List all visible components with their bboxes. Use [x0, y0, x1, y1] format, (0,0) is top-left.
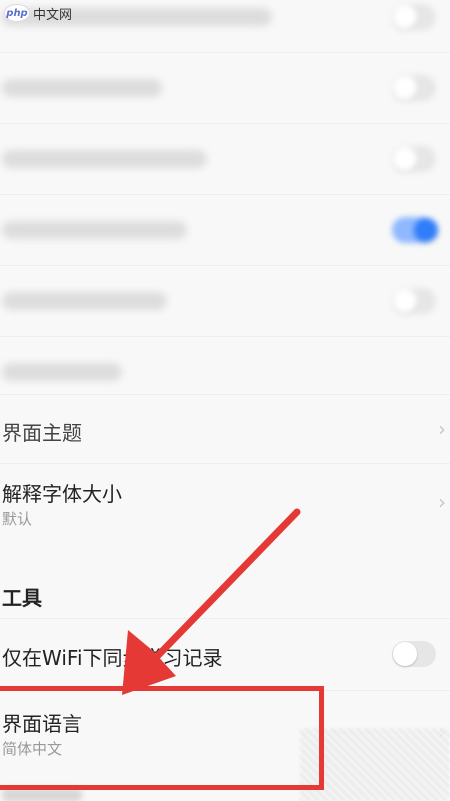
blurred-label: [2, 150, 207, 168]
watermark: php 中文网: [4, 2, 72, 24]
blurred-label: [2, 292, 167, 310]
toggle-switch[interactable]: [392, 288, 436, 314]
annotation-highlight-box: [0, 686, 324, 790]
wifi-sync-setting-row[interactable]: 仅在WiFi下同步学习记录: [0, 620, 450, 688]
theme-setting-row[interactable]: 界面主题 ›: [0, 395, 450, 463]
chevron-right-icon: ›: [438, 490, 446, 514]
blurred-label: [2, 363, 122, 381]
toggle-switch[interactable]: [392, 75, 436, 101]
wifi-sync-label: 仅在WiFi下同步学习记录: [2, 646, 223, 670]
toggle-switch[interactable]: [392, 146, 436, 172]
chevron-right-icon: ›: [438, 417, 446, 441]
font-size-label: 解释字体大小: [2, 482, 122, 506]
toggle-switch-on[interactable]: [392, 217, 438, 243]
watermark-text: 中文网: [33, 7, 73, 23]
font-size-setting-row[interactable]: 解释字体大小 默认 ›: [0, 464, 450, 544]
blurred-label: [2, 221, 187, 239]
theme-label: 界面主题: [2, 421, 82, 445]
blurred-setting-row[interactable]: [0, 195, 450, 265]
wifi-sync-toggle[interactable]: [392, 641, 436, 667]
font-size-value: 默认: [2, 510, 33, 528]
blurred-setting-row[interactable]: [0, 53, 450, 123]
blurred-setting-row[interactable]: [0, 266, 450, 336]
divider: [0, 618, 450, 619]
toggle-switch[interactable]: [392, 4, 436, 30]
blurred-label: [2, 79, 162, 97]
blurred-setting-row[interactable]: [0, 124, 450, 194]
php-logo: php: [4, 4, 30, 22]
tools-section-header: 工具: [2, 586, 42, 610]
